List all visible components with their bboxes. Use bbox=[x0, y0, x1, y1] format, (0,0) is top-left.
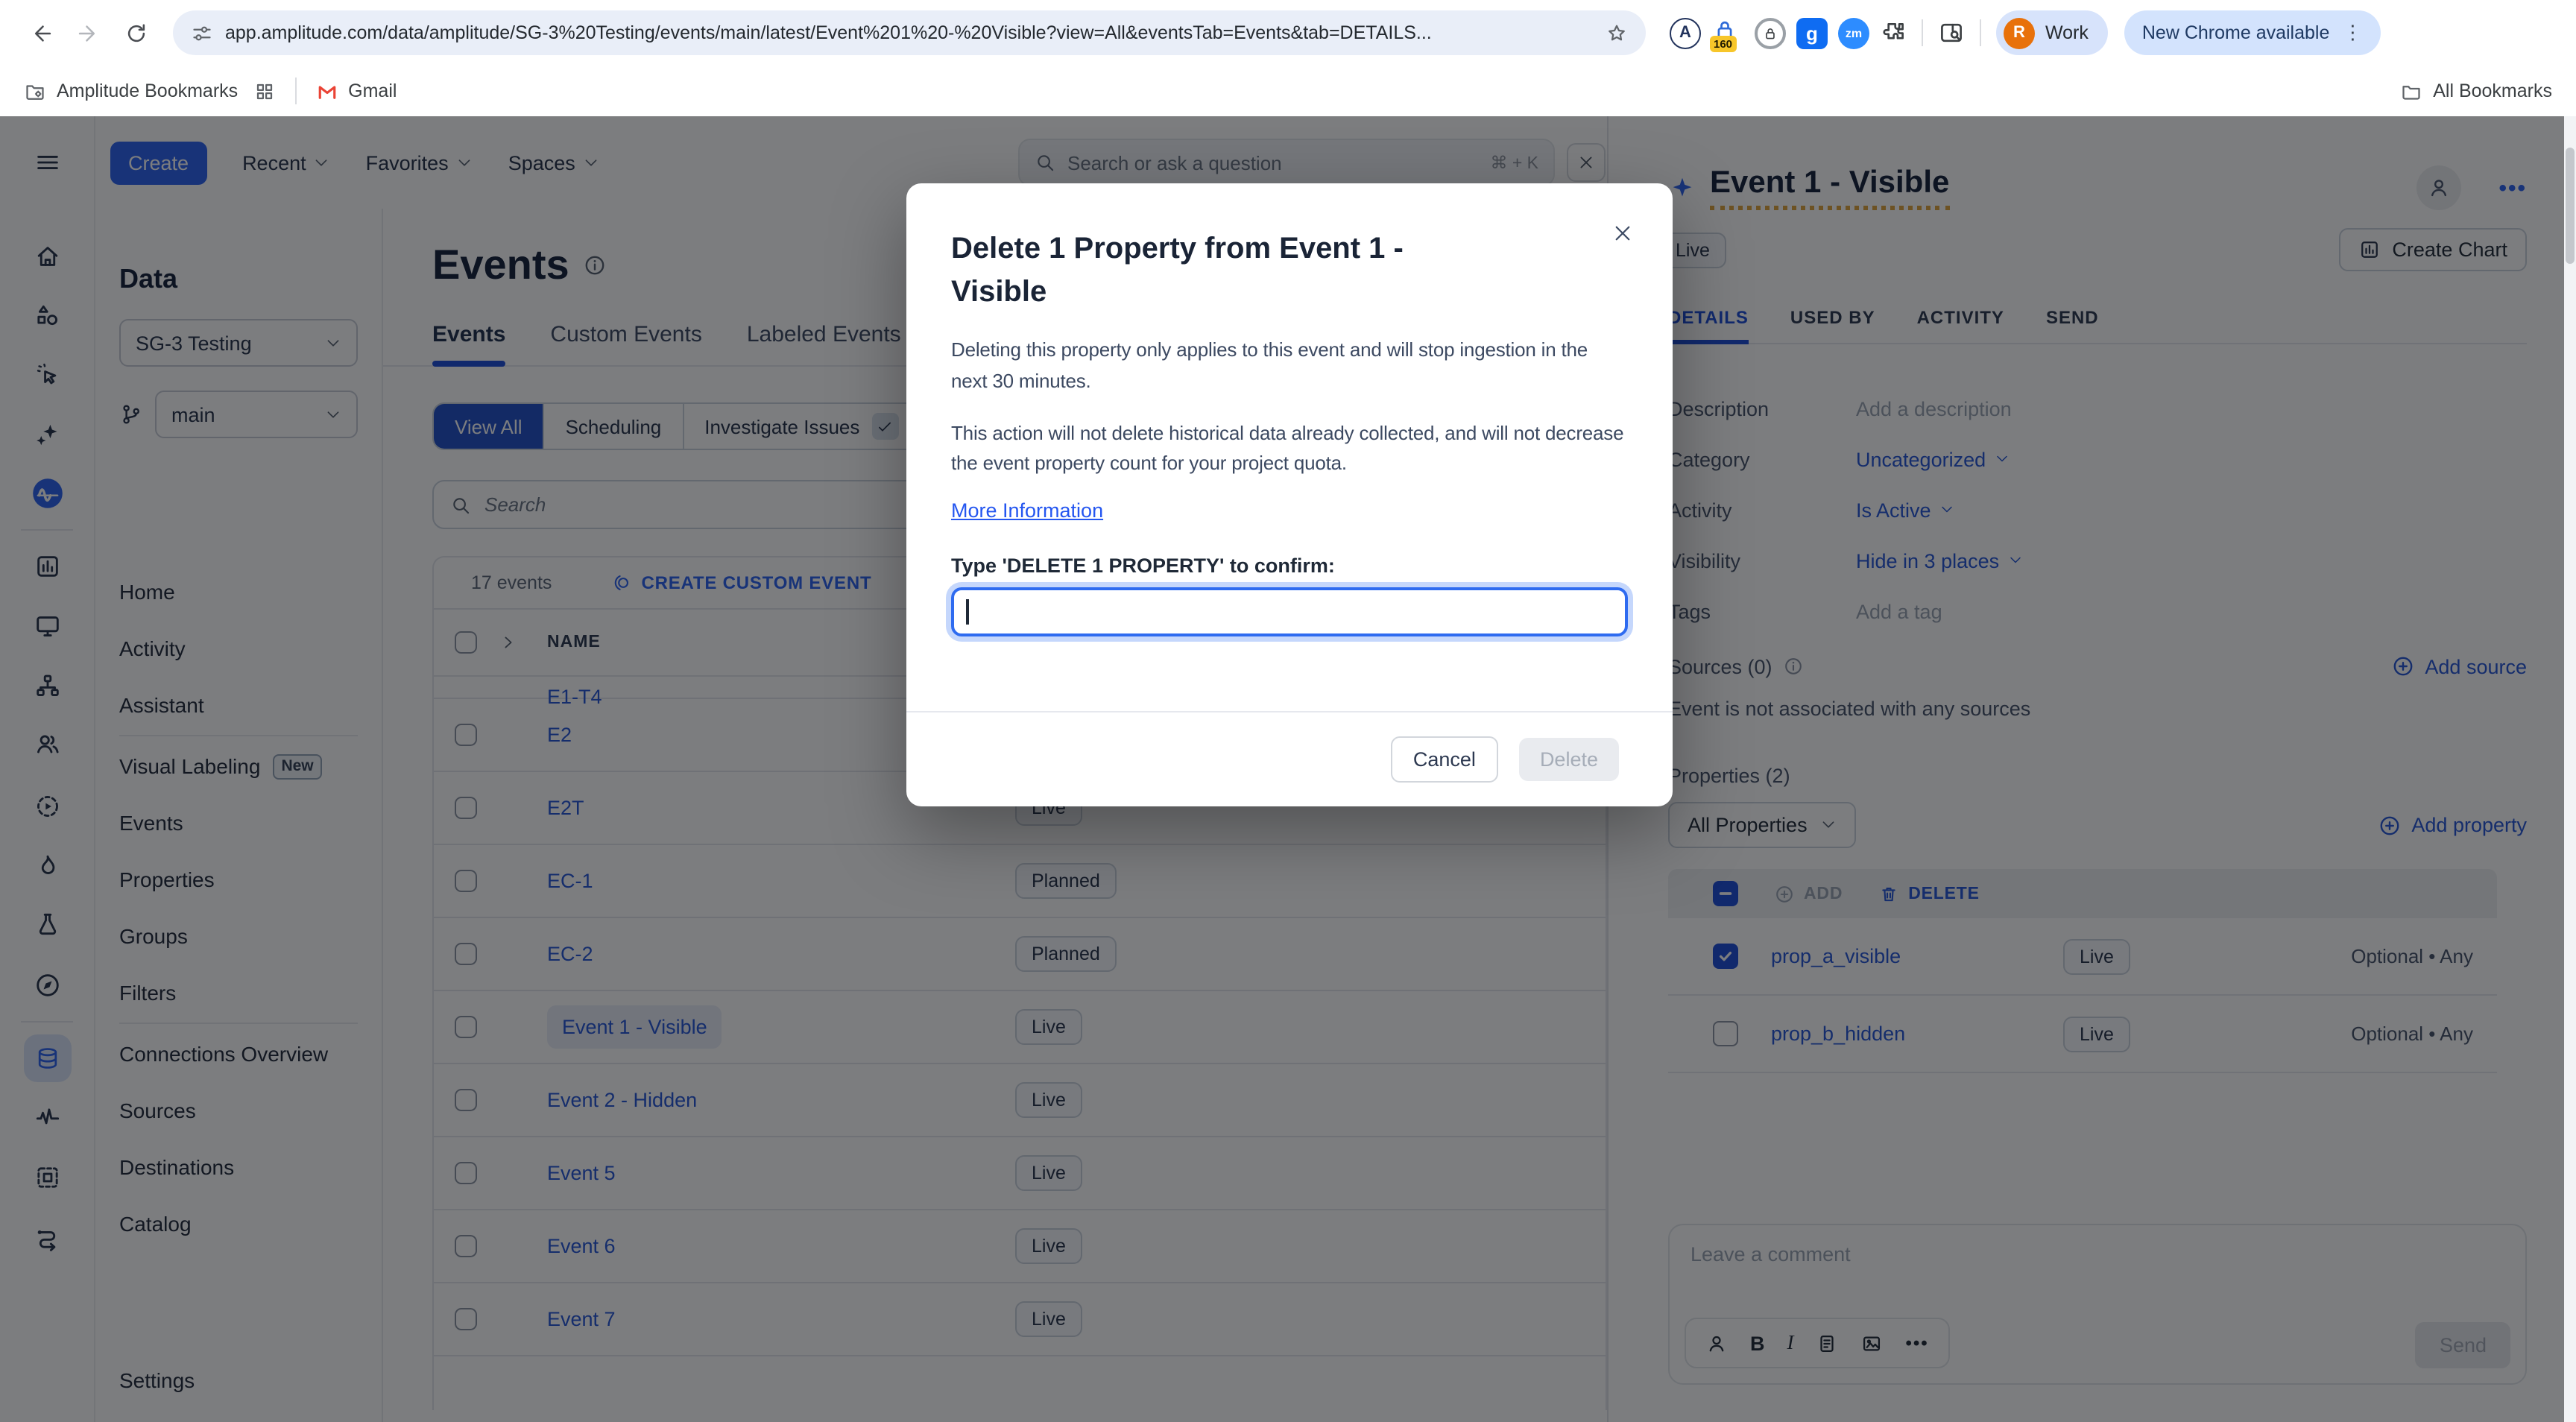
browser-chrome: app.amplitude.com/data/amplitude/SG-3%20… bbox=[0, 0, 2576, 116]
extension-password-icon[interactable] bbox=[1755, 17, 1786, 48]
bookmarks-bar: Amplitude Bookmarks Gmail All Bookmarks bbox=[0, 66, 2576, 116]
avatar: R bbox=[2004, 17, 2035, 48]
close-icon[interactable] bbox=[1611, 222, 1634, 244]
confirm-input[interactable] bbox=[951, 587, 1628, 636]
back-icon[interactable] bbox=[21, 13, 60, 52]
extension-grammarly-icon[interactable]: g bbox=[1796, 17, 1828, 48]
apps-grid-icon[interactable] bbox=[253, 80, 275, 102]
modal-paragraph: This action will not delete historical d… bbox=[951, 418, 1628, 480]
tab-search-icon[interactable] bbox=[1938, 19, 1965, 46]
bookmark-star-icon[interactable] bbox=[1606, 22, 1628, 44]
more-information-link[interactable]: More Information bbox=[951, 499, 1103, 522]
folder-icon bbox=[2400, 80, 2422, 102]
page-viewport: Create Recent Favorites Spaces Search or… bbox=[0, 116, 2576, 1422]
delete-button[interactable]: Delete bbox=[1519, 738, 1619, 781]
toolbar-separator bbox=[1922, 19, 1923, 46]
gmail-icon bbox=[315, 80, 338, 102]
modal-title: Delete 1 Property from Event 1 - Visible bbox=[951, 228, 1443, 315]
extensions-puzzle-icon[interactable] bbox=[1880, 19, 1907, 46]
extension-lock-icon[interactable]: 160 bbox=[1711, 16, 1744, 49]
scrollbar-thumb[interactable] bbox=[2566, 148, 2575, 264]
chrome-update-pill[interactable]: New Chrome available ⋮ bbox=[2124, 10, 2381, 55]
bookmark-gmail[interactable]: Gmail bbox=[315, 80, 397, 102]
text-caret bbox=[966, 599, 968, 625]
toolbar-separator bbox=[1980, 19, 1981, 46]
url-text[interactable]: app.amplitude.com/data/amplitude/SG-3%20… bbox=[225, 22, 1594, 43]
bookmark-folder[interactable]: Amplitude Bookmarks bbox=[24, 80, 238, 102]
url-bar[interactable]: app.amplitude.com/data/amplitude/SG-3%20… bbox=[173, 10, 1646, 55]
bookmarks-separator bbox=[294, 78, 296, 104]
extension-a-icon[interactable]: A bbox=[1670, 17, 1701, 48]
confirm-label: Type 'DELETE 1 PROPERTY' to confirm: bbox=[951, 554, 1628, 577]
extensions-area: A 160 g zm R Work New Chrome available ⋮ bbox=[1670, 10, 2380, 55]
reload-icon[interactable] bbox=[116, 13, 155, 52]
site-settings-icon[interactable] bbox=[191, 22, 213, 44]
profile-chip[interactable]: R Work bbox=[1996, 10, 2108, 55]
all-bookmarks[interactable]: All Bookmarks bbox=[2400, 80, 2552, 102]
cancel-button[interactable]: Cancel bbox=[1391, 736, 1498, 783]
extension-badge: 160 bbox=[1710, 36, 1736, 52]
page-scrollbar[interactable] bbox=[2564, 116, 2576, 1422]
kebab-menu-icon[interactable]: ⋮ bbox=[2343, 21, 2362, 45]
screen: app.amplitude.com/data/amplitude/SG-3%20… bbox=[0, 0, 2576, 1422]
forward-icon[interactable] bbox=[69, 13, 107, 52]
extension-zoom-icon[interactable]: zm bbox=[1838, 17, 1869, 48]
folder-gear-icon bbox=[24, 80, 46, 102]
modal-paragraph: Deleting this property only applies to t… bbox=[951, 335, 1628, 397]
browser-toolbar: app.amplitude.com/data/amplitude/SG-3%20… bbox=[0, 0, 2576, 66]
delete-property-modal: Delete 1 Property from Event 1 - Visible… bbox=[906, 183, 1673, 806]
